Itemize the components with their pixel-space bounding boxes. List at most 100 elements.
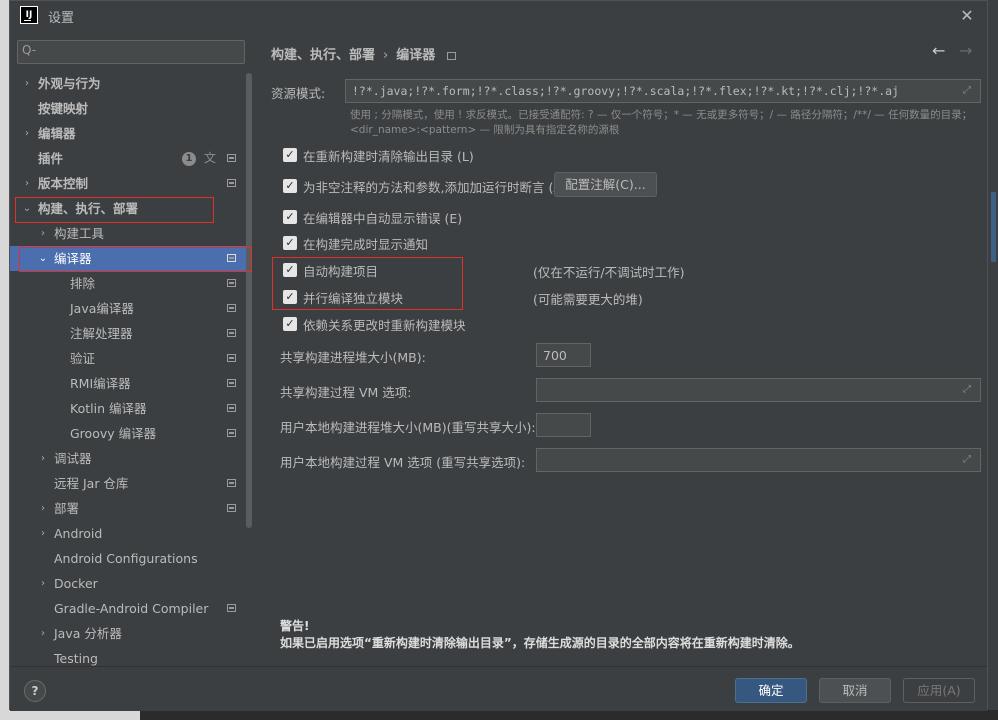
user-heap-size-input[interactable]: [536, 413, 591, 437]
tree-item-label: Android Configurations: [54, 551, 198, 566]
project-scope-icon: [447, 52, 457, 60]
configure-annotations-button[interactable]: 配置注解(C)...: [554, 172, 657, 197]
highlight-box-build-section: [15, 197, 214, 223]
dialog-title: 设置: [48, 11, 75, 26]
chevron-right-icon: ›: [41, 528, 45, 539]
tree-item-kotlin-compiler[interactable]: Kotlin 编译器: [10, 396, 250, 421]
project-scope-icon: [227, 479, 236, 487]
tree-item-validation[interactable]: 验证: [10, 346, 250, 371]
background-light-strip: [0, 710, 140, 720]
settings-sidebar: Q- › 外观与行为 按键映射 › 编辑器 插件 1 文 › 版本控制 ⌄ 构建…: [10, 31, 254, 666]
project-scope-icon: [227, 279, 236, 287]
tree-item-android[interactable]: › Android: [10, 521, 250, 546]
breadcrumb-separator: ›: [383, 48, 389, 63]
tree-item-label: 外观与行为: [38, 76, 101, 91]
apply-button[interactable]: 应用(A): [903, 678, 975, 703]
tree-item-java-profiler[interactable]: › Java 分析器: [10, 621, 250, 646]
tree-item-plugins[interactable]: 插件 1 文: [10, 146, 250, 171]
tree-item-editor[interactable]: › 编辑器: [10, 121, 250, 146]
checkbox-label: 依赖关系更改时重新构建模块: [303, 318, 466, 333]
checkbox-checked-icon: ✓: [283, 210, 297, 224]
tree-item-docker[interactable]: › Docker: [10, 571, 250, 596]
user-vm-options-label: 用户本地构建过程 VM 选项 (重写共享选项):: [280, 455, 526, 470]
heap-size-input[interactable]: 700: [536, 343, 591, 367]
breadcrumb: 构建、执行、部署 › 编译器: [271, 44, 457, 63]
chevron-right-icon: ›: [41, 228, 45, 239]
tree-item-annotation-processors[interactable]: 注解处理器: [10, 321, 250, 346]
tree-item-label: 调试器: [54, 451, 92, 466]
tree-item-excludes[interactable]: 排除: [10, 271, 250, 296]
expand-icon[interactable]: ⤢: [963, 384, 974, 395]
tree-item-label: 排除: [70, 276, 96, 291]
highlight-box-build-options: [272, 257, 463, 310]
resource-patterns-hint: 使用 ; 分隔模式，使用 ! 求反模式。已接受通配符: ? — 仅一个符号；* …: [350, 109, 973, 136]
tree-item-deployment[interactable]: › 部署: [10, 496, 250, 521]
project-scope-icon: [227, 329, 236, 337]
tree-item-label: RMI编译器: [70, 376, 131, 391]
background-ide-left: [0, 0, 9, 720]
tree-item-label: Groovy 编译器: [70, 426, 157, 441]
checkbox-checked-icon: ✓: [283, 317, 297, 331]
chevron-right-icon: ›: [41, 628, 45, 639]
tree-item-label: 构建工具: [54, 226, 105, 241]
checkbox-label: 在编辑器中自动显示错误 (E): [303, 211, 463, 226]
vm-options-label: 共享构建过程 VM 选项:: [280, 385, 412, 400]
help-button[interactable]: ?: [24, 680, 46, 702]
tree-item-keymap[interactable]: 按键映射: [10, 96, 250, 121]
project-scope-icon: [227, 154, 236, 162]
tree-item-label: 版本控制: [38, 176, 89, 191]
tree-item-groovy-compiler[interactable]: Groovy 编译器: [10, 421, 250, 446]
expand-icon[interactable]: ⤢: [963, 454, 974, 465]
update-count-badge: 1: [182, 152, 196, 166]
tree-item-gradle-android-compiler[interactable]: Gradle-Android Compiler: [10, 596, 250, 621]
chevron-right-icon: ›: [25, 78, 29, 89]
translate-icon: 文: [204, 151, 217, 165]
breadcrumb-parent[interactable]: 构建、执行、部署: [271, 48, 375, 63]
sidebar-scrollbar[interactable]: [246, 73, 252, 528]
vm-options-input[interactable]: ⤢: [536, 378, 981, 402]
user-vm-options-input[interactable]: ⤢: [536, 448, 981, 472]
tree-item-debugger[interactable]: › 调试器: [10, 446, 250, 471]
tree-item-label: Testing: [54, 651, 98, 666]
cancel-button[interactable]: 取消: [819, 678, 891, 703]
checkbox-label: 在重新构建时清除输出目录 (L): [303, 149, 474, 164]
tree-item-label: Kotlin 编译器: [70, 401, 147, 416]
tree-item-remote-jar-repositories[interactable]: 远程 Jar 仓库: [10, 471, 250, 496]
back-arrow-icon[interactable]: ←: [932, 41, 945, 60]
project-scope-icon: [227, 429, 236, 437]
tree-item-testing[interactable]: Testing: [10, 646, 250, 666]
checkbox-checked-icon: ✓: [283, 148, 297, 162]
breadcrumb-current: 编译器: [396, 48, 436, 63]
resource-patterns-input[interactable]: !?*.java;!?*.form;!?*.class;!?*.groovy;!…: [345, 79, 981, 103]
auto-build-note: (仅在不运行/不调试时工作): [533, 265, 685, 280]
tree-item-label: 远程 Jar 仓库: [54, 476, 129, 491]
tree-item-rmi-compiler[interactable]: RMI编译器: [10, 371, 250, 396]
warning-title: 警告!: [280, 619, 310, 633]
tree-item-android-configurations[interactable]: Android Configurations: [10, 546, 250, 571]
tree-item-label: 编辑器: [38, 126, 76, 141]
tree-item-label: Java编译器: [70, 301, 134, 316]
close-icon[interactable]: ✕: [956, 5, 978, 27]
project-scope-icon: [227, 304, 236, 312]
title-bar: IJ 设置 ✕: [10, 1, 987, 31]
chevron-right-icon: ›: [41, 453, 45, 464]
ok-button[interactable]: 确定: [735, 678, 807, 703]
tree-item-label: Docker: [54, 576, 98, 591]
chevron-right-icon: ›: [41, 578, 45, 589]
expand-icon[interactable]: ⤢: [963, 85, 974, 96]
checkbox-label: 为非空注释的方法和参数,添加加运行时断言 (A): [303, 180, 567, 195]
checkbox-checked-icon: ✓: [283, 236, 297, 250]
parallel-compile-note: (可能需要更大的堆): [533, 292, 643, 307]
tree-item-label: Android: [54, 526, 103, 541]
warning-block: 警告! 如果已启用选项“重新构建时清除输出目录”，存储生成源的目录的全部内容将在…: [280, 618, 800, 652]
project-scope-icon: [227, 379, 236, 387]
search-input[interactable]: Q-: [17, 40, 245, 64]
tree-item-label: 部署: [54, 501, 80, 516]
tree-item-vcs[interactable]: › 版本控制: [10, 171, 250, 196]
forward-arrow-icon: →: [959, 41, 973, 60]
search-icon: Q-: [22, 43, 37, 57]
tree-item-appearance[interactable]: › 外观与行为: [10, 71, 250, 96]
tree-item-build-tools[interactable]: › 构建工具: [10, 221, 250, 246]
heap-size-label: 共享构建进程堆大小(MB):: [280, 350, 426, 365]
tree-item-java-compiler[interactable]: Java编译器: [10, 296, 250, 321]
